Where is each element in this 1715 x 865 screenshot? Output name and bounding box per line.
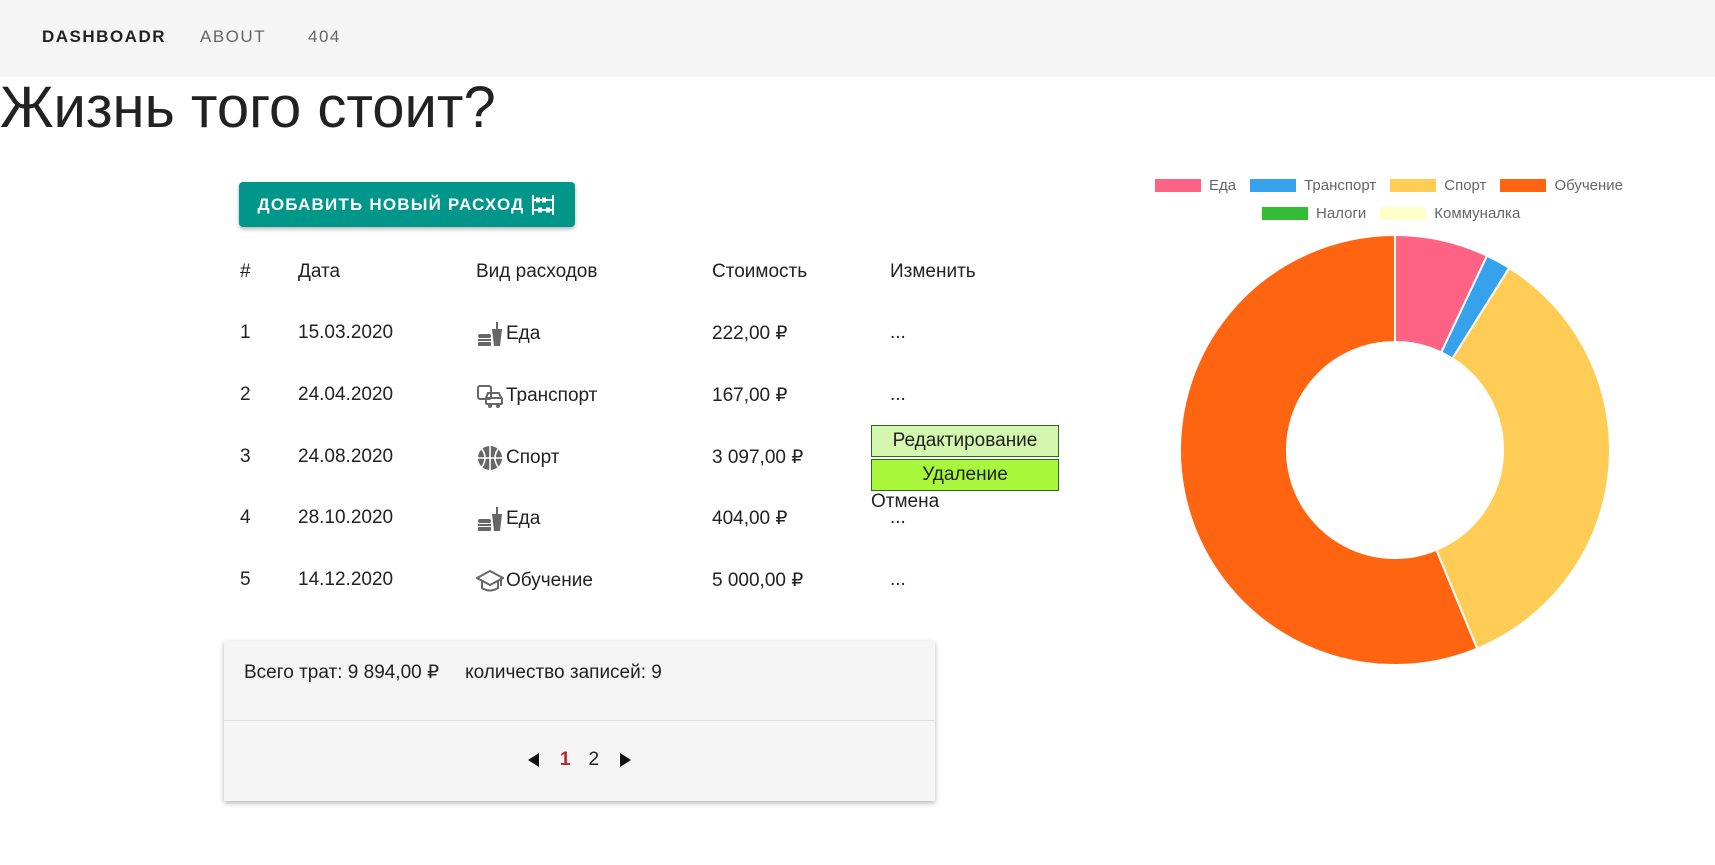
row-date: 24.04.2020 — [298, 384, 394, 405]
top-navbar: DASHBOADR ABOUT 404 — [0, 0, 1715, 77]
col-header-cost: Стоимость — [712, 261, 808, 282]
nav-link-about[interactable]: ABOUT — [200, 27, 266, 47]
row-number: 2 — [240, 384, 251, 405]
legend-label: Обучение — [1554, 177, 1624, 194]
legend-swatch — [1500, 179, 1547, 192]
edit-menu-item[interactable]: Редактирование — [871, 425, 1059, 457]
col-header-date: Дата — [298, 261, 341, 282]
legend-swatch — [1262, 207, 1308, 220]
row-category: Транспорт — [476, 382, 597, 410]
category-label: Спорт — [506, 447, 560, 468]
total-spent: Всего трат: 9 894,00 ₽ — [244, 662, 440, 683]
summary-stats: Всего трат: 9 894,00 ₽ количество записей… — [244, 661, 662, 684]
col-header-edit: Изменить — [890, 261, 976, 282]
legend-swatch — [1390, 179, 1437, 192]
legend-row: Еда Транспорт Спорт Обучение — [1155, 177, 1637, 194]
legend-label: Налоги — [1316, 205, 1367, 222]
row-cost: 222,00 ₽ — [712, 323, 788, 344]
legend-item[interactable]: Обучение — [1500, 177, 1623, 194]
legend-swatch — [1250, 179, 1297, 192]
col-header-category: Вид расходов — [476, 261, 598, 282]
legend-label: Еда — [1209, 177, 1237, 194]
row-context-menu: Редактирование Удаление — [871, 425, 1059, 491]
legend-row: Налоги Коммуналка — [1262, 205, 1534, 222]
commute-icon — [476, 382, 504, 410]
nav-link-dashboard[interactable]: DASHBOADR — [42, 27, 166, 47]
row-category: Еда — [476, 505, 540, 533]
row-number: 4 — [240, 507, 251, 528]
row-edit-menu[interactable]: ... — [890, 569, 906, 591]
category-label: Транспорт — [506, 385, 598, 406]
row-cost: 167,00 ₽ — [712, 385, 788, 406]
next-page-icon[interactable] — [617, 752, 633, 768]
expense-donut-chart — [1178, 233, 1611, 666]
nav-link-404[interactable]: 404 — [308, 27, 341, 47]
row-cost: 5 000,00 ₽ — [712, 570, 804, 591]
row-date: 24.08.2020 — [298, 446, 394, 467]
summary-card: Всего трат: 9 894,00 ₽ количество записей… — [224, 641, 935, 801]
row-number: 1 — [240, 322, 251, 343]
legend-label: Спорт — [1444, 177, 1487, 194]
page-title: Жизнь того стоит? — [0, 75, 496, 140]
row-cost: 404,00 ₽ — [712, 508, 788, 529]
row-date: 15.03.2020 — [298, 322, 394, 343]
category-label: Обучение — [506, 570, 593, 591]
legend-label: Коммуналка — [1434, 205, 1521, 222]
row-edit-menu[interactable]: ... — [890, 322, 906, 344]
legend-item[interactable]: Спорт — [1390, 177, 1486, 194]
legend-item[interactable]: Еда — [1155, 177, 1236, 194]
fastfood-icon — [476, 505, 504, 533]
row-date: 28.10.2020 — [298, 507, 394, 528]
legend-swatch — [1155, 179, 1201, 192]
school-icon — [476, 567, 504, 595]
delete-menu-item[interactable]: Удаление — [871, 459, 1059, 491]
legend-swatch — [1380, 207, 1427, 220]
row-date: 14.12.2020 — [298, 569, 394, 590]
legend-item[interactable]: Налоги — [1262, 205, 1366, 222]
fastfood-icon — [476, 320, 504, 348]
pagination: 1 2 — [224, 749, 935, 771]
row-number: 3 — [240, 446, 251, 467]
category-label: Еда — [506, 508, 541, 529]
row-edit-menu[interactable]: ... — [890, 384, 906, 406]
add-expense-button[interactable]: ДОБАВИТЬ НОВЫЙ РАСХОД — [239, 182, 575, 227]
page-link-1[interactable]: 1 — [560, 749, 571, 771]
row-cost: 3 097,00 ₽ — [712, 447, 804, 468]
abacus-icon — [530, 193, 556, 217]
record-count: количество записей: 9 — [465, 662, 662, 683]
row-category: Еда — [476, 320, 540, 348]
legend-label: Транспорт — [1304, 177, 1377, 194]
add-expense-label: ДОБАВИТЬ НОВЫЙ РАСХОД — [257, 194, 525, 214]
row-category: Обучение — [476, 567, 593, 595]
basketball-icon — [476, 444, 504, 472]
legend-item[interactable]: Транспорт — [1250, 177, 1376, 194]
page-link-2[interactable]: 2 — [589, 749, 600, 771]
category-label: Еда — [506, 323, 541, 344]
cancel-menu-item[interactable]: Отмена — [871, 491, 939, 513]
divider — [224, 720, 935, 721]
legend-item[interactable]: Коммуналка — [1380, 205, 1520, 222]
col-header-num: # — [240, 261, 251, 282]
prev-page-icon[interactable] — [526, 752, 542, 768]
row-category: Спорт — [476, 444, 559, 472]
row-number: 5 — [240, 569, 251, 590]
